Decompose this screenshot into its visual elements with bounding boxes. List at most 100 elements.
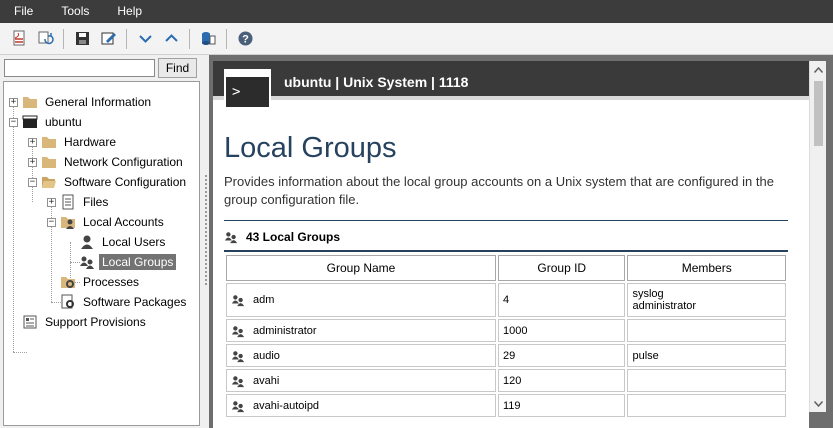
menu-help[interactable]: Help <box>103 0 156 23</box>
report-content: > ubuntu | Unix System | 1118 Local Grou… <box>213 61 809 428</box>
group-id: 120 <box>498 369 626 392</box>
banner-title: ubuntu | Unix System | 1118 <box>284 74 469 90</box>
table-header-row: Group Name Group ID Members <box>226 255 786 281</box>
toolbar-separator <box>126 28 127 49</box>
groups-table: Group Name Group ID Members adm 4 syslog… <box>224 253 788 419</box>
page-description: Provides information about the local gro… <box>224 174 774 207</box>
help-icon[interactable]: ? <box>234 28 256 50</box>
expand-toggle[interactable]: + <box>28 158 37 167</box>
tree-item-network-configuration[interactable]: Network Configuration <box>41 152 186 172</box>
group-icon <box>79 254 95 270</box>
scroll-up-icon[interactable] <box>810 61 827 78</box>
tree-connector <box>13 352 27 353</box>
group-members: pulse <box>627 344 786 367</box>
scroll-down-icon[interactable] <box>810 395 827 412</box>
group-name: adm <box>253 294 275 306</box>
group-icon <box>231 325 245 337</box>
divider <box>224 250 788 252</box>
group-id: 1000 <box>498 319 626 342</box>
toolbar: ? <box>0 23 833 55</box>
group-icon <box>231 375 245 387</box>
pdf-export-icon[interactable] <box>8 28 30 50</box>
member: pulse <box>632 349 659 362</box>
tree-connector <box>13 102 14 352</box>
menu-bar: File Tools Help <box>0 0 833 23</box>
tree-item-support-provisions[interactable]: Support Provisions <box>22 312 149 332</box>
terminal-icon: > <box>224 69 271 109</box>
navigation-tree[interactable]: + General Information − ubuntu + Hardwar… <box>3 81 200 426</box>
svg-text:?: ? <box>242 34 249 46</box>
menu-tools[interactable]: Tools <box>47 0 103 23</box>
group-id: 119 <box>498 394 626 417</box>
group-id: 29 <box>498 344 626 367</box>
expand-toggle[interactable]: + <box>47 198 56 207</box>
package-icon <box>60 294 76 310</box>
chevron-up-icon[interactable] <box>160 28 182 50</box>
table-row: adm 4 syslog administrator <box>226 283 786 317</box>
page-title: Local Groups <box>224 132 397 164</box>
section-header: 43 Local Groups <box>224 227 340 247</box>
group-name: avahi <box>253 374 280 387</box>
folder-open-icon <box>41 174 57 190</box>
tree-item-local-users[interactable]: Local Users <box>79 232 168 252</box>
collapse-toggle[interactable]: − <box>47 218 56 227</box>
tree-item-software-configuration[interactable]: Software Configuration <box>41 172 189 192</box>
collapse-toggle[interactable]: − <box>9 118 18 127</box>
folder-icon <box>41 154 57 170</box>
group-icon <box>231 400 245 412</box>
tree-item-general-information[interactable]: General Information <box>22 92 154 112</box>
search-input[interactable] <box>4 59 155 77</box>
group-name: administrator <box>253 324 317 337</box>
tree-item-files[interactable]: Files <box>60 192 111 212</box>
table-row: audio 29 pulse <box>226 344 786 367</box>
table-row: avahi-autoipd 119 <box>226 394 786 417</box>
column-header-group-name: Group Name <box>226 255 496 281</box>
menu-file[interactable]: File <box>0 0 47 23</box>
group-members <box>627 369 786 392</box>
column-header-members: Members <box>627 255 786 281</box>
member: syslog <box>632 288 664 300</box>
divider <box>224 220 788 221</box>
column-header-group-id: Group ID <box>498 255 626 281</box>
scrollbar-thumb[interactable] <box>814 81 823 146</box>
navigation-pane: Find + General Information − ubuntu + Ha… <box>0 55 203 428</box>
refresh-icon[interactable] <box>34 28 56 50</box>
splitter-grip <box>205 175 207 285</box>
tree-item-software-packages[interactable]: Software Packages <box>60 292 189 312</box>
group-members <box>627 319 786 342</box>
terminal-prompt: > <box>232 84 241 100</box>
user-icon <box>79 234 95 250</box>
folder-icon <box>41 134 57 150</box>
tree-item-processes[interactable]: Processes <box>60 272 142 292</box>
folder-icon <box>22 94 38 110</box>
group-icon <box>231 295 245 307</box>
toolbar-separator <box>189 28 190 49</box>
toolbar-separator <box>226 28 227 49</box>
vertical-scrollbar[interactable] <box>809 61 826 412</box>
tree-item-local-groups[interactable]: Local Groups <box>79 252 177 272</box>
content-pane: > ubuntu | Unix System | 1118 Local Grou… <box>209 55 833 428</box>
save-icon[interactable] <box>71 28 93 50</box>
terminal-icon <box>22 114 38 130</box>
tree-item-hardware[interactable]: Hardware <box>41 132 119 152</box>
expand-toggle[interactable]: + <box>9 98 18 107</box>
tree-item-ubuntu[interactable]: ubuntu <box>22 112 85 132</box>
tree-connector <box>32 142 33 202</box>
file-icon <box>60 194 76 210</box>
edit-icon[interactable] <box>97 28 119 50</box>
group-name: avahi-autoipd <box>253 399 320 412</box>
database-icon[interactable] <box>197 28 219 50</box>
expand-toggle[interactable]: + <box>28 138 37 147</box>
tree-item-local-accounts[interactable]: Local Accounts <box>60 212 167 232</box>
document-icon <box>22 314 38 330</box>
group-icon <box>231 350 245 362</box>
chevron-down-icon[interactable] <box>134 28 156 50</box>
group-name: audio <box>253 349 280 362</box>
user-folder-icon <box>60 214 76 230</box>
find-button[interactable]: Find <box>158 58 197 78</box>
report-banner: > ubuntu | Unix System | 1118 <box>213 61 809 109</box>
collapse-toggle[interactable]: − <box>28 178 37 187</box>
group-members <box>627 394 786 417</box>
group-members: syslog administrator <box>627 283 786 317</box>
group-icon <box>224 232 238 244</box>
